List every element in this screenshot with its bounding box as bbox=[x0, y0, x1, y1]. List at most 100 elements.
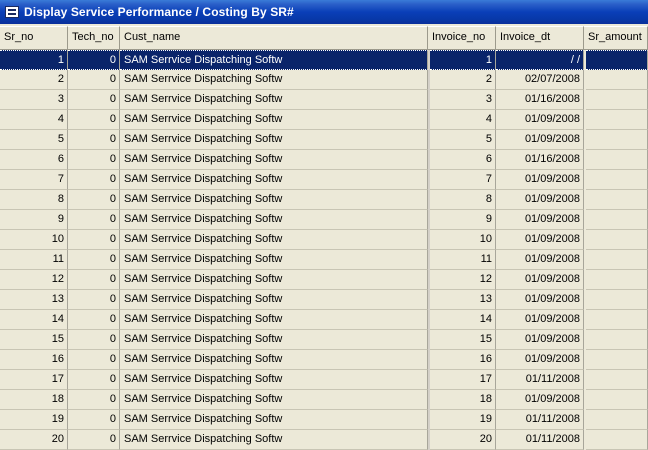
cell-tech-no[interactable]: 0 bbox=[68, 50, 120, 70]
cell-cust-name[interactable]: SAM Serrvice Dispatching Softw bbox=[120, 190, 428, 210]
cell-invoice-dt[interactable]: 01/09/2008 bbox=[496, 170, 584, 190]
cell-invoice-no[interactable]: 3 bbox=[430, 90, 496, 110]
cell-cust-name[interactable]: SAM Serrvice Dispatching Softw bbox=[120, 150, 428, 170]
cell-invoice-dt[interactable]: 02/07/2008 bbox=[496, 70, 584, 90]
cell-tech-no[interactable]: 0 bbox=[68, 170, 120, 190]
cell-cust-name[interactable]: SAM Serrvice Dispatching Softw bbox=[120, 290, 428, 310]
cell-sr-no[interactable]: 4 bbox=[0, 110, 68, 130]
table-row[interactable]: 20 0 SAM Serrvice Dispatching Softw 20 01/11… bbox=[0, 430, 648, 450]
cell-tech-no[interactable]: 0 bbox=[68, 310, 120, 330]
cell-tech-no[interactable]: 0 bbox=[68, 230, 120, 250]
column-header-sr-no[interactable]: Sr_no bbox=[0, 26, 68, 50]
cell-invoice-no[interactable]: 2 bbox=[430, 70, 496, 90]
cell-sr-no[interactable]: 6 bbox=[0, 150, 68, 170]
table-row[interactable]: 18 0 SAM Serrvice Dispatching Softw 18 01/09… bbox=[0, 390, 648, 410]
cell-tech-no[interactable]: 0 bbox=[68, 430, 120, 450]
cell-invoice-no[interactable]: 16 bbox=[430, 350, 496, 370]
table-row[interactable]: 5 0 SAM Serrvice Dispatching Softw 5 01/09/2… bbox=[0, 130, 648, 150]
cell-cust-name[interactable]: SAM Serrvice Dispatching Softw bbox=[120, 390, 428, 410]
table-row[interactable]: 13 0 SAM Serrvice Dispatching Softw 13 01/09… bbox=[0, 290, 648, 310]
cell-invoice-dt[interactable]: 01/09/2008 bbox=[496, 110, 584, 130]
cell-invoice-no[interactable]: 19 bbox=[430, 410, 496, 430]
cell-invoice-dt[interactable]: 01/11/2008 bbox=[496, 430, 584, 450]
cell-sr-amount[interactable] bbox=[586, 110, 648, 130]
cell-invoice-no[interactable]: 17 bbox=[430, 370, 496, 390]
table-row[interactable]: 1 0 SAM Serrvice Dispatching Softw 1/ / bbox=[0, 50, 648, 70]
cell-invoice-dt[interactable]: 01/09/2008 bbox=[496, 350, 584, 370]
cell-tech-no[interactable]: 0 bbox=[68, 210, 120, 230]
cell-cust-name[interactable]: SAM Serrvice Dispatching Softw bbox=[120, 130, 428, 150]
table-row[interactable]: 14 0 SAM Serrvice Dispatching Softw 14 01/09… bbox=[0, 310, 648, 330]
table-row[interactable]: 16 0 SAM Serrvice Dispatching Softw 16 01/09… bbox=[0, 350, 648, 370]
cell-sr-no[interactable]: 17 bbox=[0, 370, 68, 390]
cell-tech-no[interactable]: 0 bbox=[68, 290, 120, 310]
cell-sr-amount[interactable] bbox=[586, 430, 648, 450]
cell-sr-no[interactable]: 1 bbox=[0, 50, 68, 70]
cell-cust-name[interactable]: SAM Serrvice Dispatching Softw bbox=[120, 310, 428, 330]
cell-sr-amount[interactable] bbox=[586, 410, 648, 430]
cell-invoice-dt[interactable]: 01/11/2008 bbox=[496, 370, 584, 390]
cell-sr-amount[interactable] bbox=[586, 150, 648, 170]
table-row[interactable]: 9 0 SAM Serrvice Dispatching Softw 9 01/09/2… bbox=[0, 210, 648, 230]
cell-sr-no[interactable]: 9 bbox=[0, 210, 68, 230]
cell-cust-name[interactable]: SAM Serrvice Dispatching Softw bbox=[120, 170, 428, 190]
cell-tech-no[interactable]: 0 bbox=[68, 150, 120, 170]
cell-invoice-no[interactable]: 5 bbox=[430, 130, 496, 150]
cell-invoice-no[interactable]: 1 bbox=[430, 50, 496, 70]
cell-cust-name[interactable]: SAM Serrvice Dispatching Softw bbox=[120, 210, 428, 230]
cell-invoice-no[interactable]: 15 bbox=[430, 330, 496, 350]
cell-cust-name[interactable]: SAM Serrvice Dispatching Softw bbox=[120, 430, 428, 450]
cell-sr-no[interactable]: 19 bbox=[0, 410, 68, 430]
cell-cust-name[interactable]: SAM Serrvice Dispatching Softw bbox=[120, 370, 428, 390]
column-header-cust-name[interactable]: Cust_name bbox=[120, 26, 428, 50]
table-row[interactable]: 3 0 SAM Serrvice Dispatching Softw 3 01/16/2… bbox=[0, 90, 648, 110]
cell-sr-amount[interactable] bbox=[586, 390, 648, 410]
cell-invoice-no[interactable]: 7 bbox=[430, 170, 496, 190]
cell-sr-no[interactable]: 18 bbox=[0, 390, 68, 410]
cell-cust-name[interactable]: SAM Serrvice Dispatching Softw bbox=[120, 50, 428, 70]
cell-tech-no[interactable]: 0 bbox=[68, 410, 120, 430]
cell-sr-no[interactable]: 14 bbox=[0, 310, 68, 330]
table-row[interactable]: 7 0 SAM Serrvice Dispatching Softw 7 01/09/2… bbox=[0, 170, 648, 190]
cell-sr-amount[interactable] bbox=[586, 90, 648, 110]
cell-sr-amount[interactable] bbox=[586, 270, 648, 290]
column-header-invoice-no[interactable]: Invoice_no bbox=[428, 26, 496, 50]
cell-tech-no[interactable]: 0 bbox=[68, 70, 120, 90]
cell-invoice-no[interactable]: 14 bbox=[430, 310, 496, 330]
cell-sr-amount[interactable] bbox=[586, 350, 648, 370]
cell-tech-no[interactable]: 0 bbox=[68, 390, 120, 410]
cell-sr-amount[interactable] bbox=[586, 370, 648, 390]
table-row[interactable]: 17 0 SAM Serrvice Dispatching Softw 17 01/11… bbox=[0, 370, 648, 390]
cell-invoice-no[interactable]: 11 bbox=[430, 250, 496, 270]
cell-invoice-dt[interactable]: 01/16/2008 bbox=[496, 90, 584, 110]
cell-cust-name[interactable]: SAM Serrvice Dispatching Softw bbox=[120, 230, 428, 250]
cell-invoice-dt[interactable]: 01/09/2008 bbox=[496, 290, 584, 310]
column-header-tech-no[interactable]: Tech_no bbox=[68, 26, 120, 50]
cell-sr-no[interactable]: 10 bbox=[0, 230, 68, 250]
cell-cust-name[interactable]: SAM Serrvice Dispatching Softw bbox=[120, 250, 428, 270]
cell-invoice-no[interactable]: 20 bbox=[430, 430, 496, 450]
cell-sr-amount[interactable] bbox=[586, 210, 648, 230]
cell-invoice-no[interactable]: 6 bbox=[430, 150, 496, 170]
cell-sr-no[interactable]: 13 bbox=[0, 290, 68, 310]
cell-invoice-no[interactable]: 18 bbox=[430, 390, 496, 410]
cell-invoice-dt[interactable]: / / bbox=[496, 50, 584, 70]
table-row[interactable]: 4 0 SAM Serrvice Dispatching Softw 4 01/09/2… bbox=[0, 110, 648, 130]
cell-sr-no[interactable]: 11 bbox=[0, 250, 68, 270]
cell-invoice-no[interactable]: 4 bbox=[430, 110, 496, 130]
cell-cust-name[interactable]: SAM Serrvice Dispatching Softw bbox=[120, 350, 428, 370]
cell-sr-no[interactable]: 15 bbox=[0, 330, 68, 350]
cell-invoice-dt[interactable]: 01/09/2008 bbox=[496, 250, 584, 270]
cell-sr-amount[interactable] bbox=[586, 290, 648, 310]
cell-tech-no[interactable]: 0 bbox=[68, 90, 120, 110]
title-bar[interactable]: Display Service Performance / Costing By… bbox=[0, 0, 648, 24]
cell-tech-no[interactable]: 0 bbox=[68, 330, 120, 350]
table-row[interactable]: 8 0 SAM Serrvice Dispatching Softw 8 01/09/2… bbox=[0, 190, 648, 210]
cell-tech-no[interactable]: 0 bbox=[68, 130, 120, 150]
cell-sr-no[interactable]: 12 bbox=[0, 270, 68, 290]
cell-tech-no[interactable]: 0 bbox=[68, 270, 120, 290]
cell-sr-amount[interactable] bbox=[586, 50, 648, 70]
cell-invoice-dt[interactable]: 01/09/2008 bbox=[496, 230, 584, 250]
cell-sr-amount[interactable] bbox=[586, 310, 648, 330]
cell-cust-name[interactable]: SAM Serrvice Dispatching Softw bbox=[120, 90, 428, 110]
